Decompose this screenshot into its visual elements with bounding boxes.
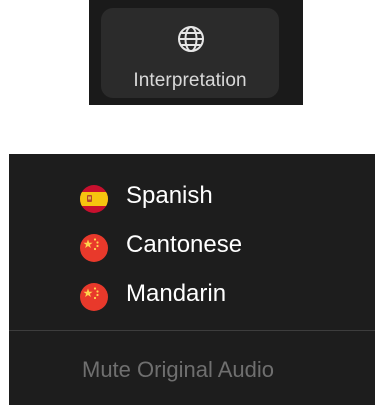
menu-item-mandarin[interactable]: Mandarin xyxy=(79,276,349,316)
language-label: Cantonese xyxy=(126,231,243,258)
interpretation-label: Interpretation xyxy=(133,70,247,91)
meeting-toolbar: Interpretation xyxy=(89,0,303,105)
screenshot-stage: Interpretation Spanish Cantonese Mandari… xyxy=(0,0,375,405)
mute-original-audio-item[interactable]: Mute Original Audio xyxy=(82,357,274,383)
globe-icon xyxy=(178,26,204,52)
china-flag-icon xyxy=(80,234,108,262)
spain-flag-icon xyxy=(80,185,108,213)
china-flag-icon xyxy=(80,283,108,311)
menu-divider xyxy=(9,330,375,331)
language-label: Mandarin xyxy=(126,280,227,307)
interpretation-button[interactable]: Interpretation xyxy=(101,8,279,98)
language-menu: Spanish Cantonese Mandarin Mute Original… xyxy=(9,154,375,405)
menu-item-cantonese[interactable]: Cantonese xyxy=(79,227,349,267)
language-label: Spanish xyxy=(126,182,213,209)
menu-item-spanish[interactable]: Spanish xyxy=(79,178,349,218)
